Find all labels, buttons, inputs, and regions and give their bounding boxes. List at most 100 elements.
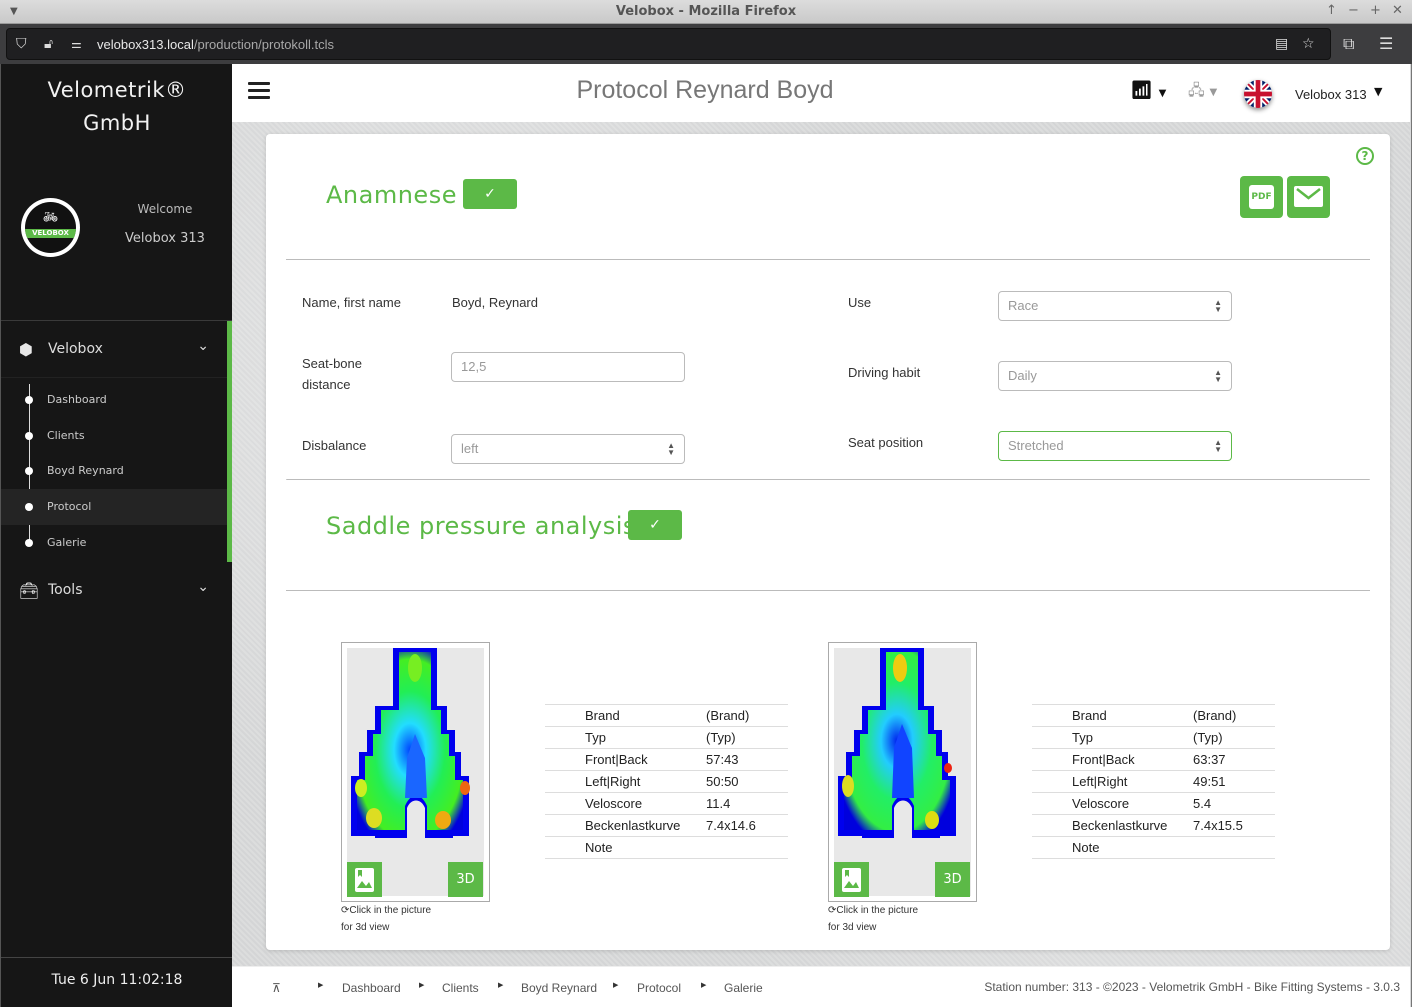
window-minimize-icon[interactable]: − bbox=[1348, 3, 1359, 18]
window-close-icon[interactable]: ✕ bbox=[1392, 3, 1403, 18]
sidebar-item-boyd-reynard[interactable]: Boyd Reynard bbox=[1, 453, 227, 489]
seatbone-label-line1: Seat-bone bbox=[302, 356, 362, 371]
check-icon: ✓ bbox=[649, 517, 661, 533]
seat-position-value: Stretched bbox=[1008, 438, 1064, 453]
wifi-icon: 📶︎ bbox=[1130, 80, 1153, 101]
row-value: 5.4 bbox=[1193, 796, 1212, 811]
saddle-check-button[interactable]: ✓ bbox=[628, 510, 682, 540]
driving-habit-value: Daily bbox=[1008, 368, 1037, 383]
sidebar-item-clients[interactable]: Clients bbox=[1, 418, 227, 454]
breadcrumb-dashboard[interactable]: Dashboard bbox=[342, 981, 401, 995]
row-key: Brand bbox=[1072, 708, 1107, 723]
table-row: Brand (Brand) bbox=[1032, 705, 1275, 727]
caret-down-icon[interactable]: ▼ bbox=[1374, 85, 1382, 98]
image-gallery-button[interactable] bbox=[347, 862, 382, 897]
sidebar-item-galerie[interactable]: Galerie bbox=[1, 525, 227, 561]
driving-habit-label: Driving habit bbox=[848, 365, 921, 380]
extensions-icon[interactable]: ⧉ bbox=[1343, 34, 1354, 54]
pdf-button[interactable]: PDF bbox=[1240, 176, 1283, 218]
seatbone-distance-input[interactable]: 12,5 bbox=[451, 352, 685, 382]
reader-view-icon[interactable]: ▤ bbox=[1275, 36, 1288, 52]
row-value: (Brand) bbox=[706, 708, 750, 723]
breadcrumb-clients[interactable]: Clients bbox=[442, 981, 479, 995]
bullet-icon bbox=[25, 467, 33, 475]
seat-position-select[interactable]: Stretched ▲ ▼ bbox=[998, 431, 1232, 461]
row-key: Left|Right bbox=[1072, 774, 1128, 789]
sidebar-group-label: Velobox bbox=[48, 341, 103, 357]
footer: ⊼ ▶ Dashboard ▶ Clients ▶ Boyd Reynard ▶… bbox=[232, 966, 1410, 1007]
pressure-map-1[interactable]: 3D bbox=[341, 642, 490, 902]
table-row: Front|Back 63:37 bbox=[1032, 749, 1275, 771]
brand-line-2: GmbH bbox=[83, 111, 151, 135]
row-value: (Typ) bbox=[706, 730, 736, 745]
table-row: Left|Right 50:50 bbox=[545, 771, 788, 793]
bicycle-icon: 🚲︎ bbox=[42, 210, 59, 224]
measurement-table-2: Brand (Brand) Typ (Typ) Front|Back 63:37 Le… bbox=[1032, 704, 1275, 859]
uk-flag-icon[interactable] bbox=[1244, 80, 1272, 108]
pressure-heatmap-1[interactable] bbox=[347, 648, 484, 896]
window-raise-icon[interactable]: ↑ bbox=[1326, 3, 1337, 18]
divider bbox=[286, 259, 1370, 260]
user-menu[interactable]: Velobox 313 bbox=[1295, 87, 1367, 102]
table-row: Beckenlastkurve 7.4x14.6 bbox=[545, 815, 788, 837]
sidebar-item-protocol[interactable]: Protocol bbox=[1, 489, 227, 525]
bullet-icon bbox=[25, 503, 33, 511]
sidebar-item-label: Dashboard bbox=[47, 393, 107, 406]
pressure-heatmap-2[interactable] bbox=[834, 648, 971, 896]
url-path: /production/protokoll.tcls bbox=[193, 37, 335, 52]
breadcrumb-protocol[interactable]: Protocol bbox=[637, 981, 681, 995]
view-3d-button[interactable]: 3D bbox=[935, 862, 970, 897]
row-key: Typ bbox=[1072, 730, 1093, 745]
bullet-icon bbox=[25, 539, 33, 547]
sidebar-item-dashboard[interactable]: Dashboard bbox=[1, 382, 227, 418]
view-3d-button[interactable]: 3D bbox=[448, 862, 483, 897]
use-select[interactable]: Race ▲ ▼ bbox=[998, 291, 1232, 321]
row-key: Front|Back bbox=[585, 752, 648, 767]
top-bar: Protocol Reynard Boyd 📶︎ ▼ 🖧 ▼ Velobox 3… bbox=[232, 64, 1410, 122]
sidebar-group-velobox[interactable]: ⬢ Velobox ⌄ bbox=[1, 322, 227, 378]
envelope-icon bbox=[1294, 186, 1323, 207]
row-value: (Brand) bbox=[1193, 708, 1237, 723]
driving-habit-select[interactable]: Daily ▲ ▼ bbox=[998, 361, 1232, 391]
insecure-lock-icon[interactable]: 🔓︎ bbox=[44, 36, 53, 52]
table-row: Note bbox=[1032, 837, 1275, 859]
breadcrumb-boyd-reynard[interactable]: Boyd Reynard bbox=[521, 981, 597, 995]
table-row: Veloscore 5.4 bbox=[1032, 793, 1275, 815]
window-titlebar: ▼ Velobox - Mozilla Firefox ↑ − + ✕ bbox=[0, 0, 1412, 24]
caption-line1: Click in the picture bbox=[836, 905, 919, 916]
shield-icon[interactable]: ⛉ bbox=[16, 36, 27, 52]
pressure-map-2[interactable]: 3D bbox=[828, 642, 977, 902]
protocol-card: ? Anamnese ✓ PDF Name, first name Boyd, … bbox=[266, 134, 1390, 950]
sidebar-group-tools[interactable]: 🧰︎ Tools ⌄ bbox=[1, 563, 227, 619]
window-maximize-icon[interactable]: + bbox=[1370, 3, 1381, 18]
caption-line2: for 3d view bbox=[828, 922, 877, 933]
bookmark-star-icon[interactable]: ☆ bbox=[1302, 36, 1315, 52]
email-button[interactable] bbox=[1287, 176, 1330, 218]
app-menu-icon[interactable]: ☰ bbox=[1379, 34, 1393, 53]
logo-text: VELOBOX bbox=[25, 229, 76, 238]
image-gallery-button[interactable] bbox=[834, 862, 869, 897]
disbalance-select[interactable]: left ▲ ▼ bbox=[451, 434, 685, 464]
sitemap-icon[interactable]: ⊼ bbox=[272, 981, 281, 995]
table-row: Typ (Typ) bbox=[545, 727, 788, 749]
row-key: Beckenlastkurve bbox=[585, 818, 681, 833]
row-key: Typ bbox=[585, 730, 606, 745]
sidebar-item-label: Protocol bbox=[47, 500, 92, 513]
network-menu[interactable]: 🖧 ▼ bbox=[1188, 80, 1217, 105]
help-icon[interactable]: ? bbox=[1356, 147, 1374, 165]
select-arrows-icon: ▲ ▼ bbox=[1214, 368, 1222, 384]
use-value: Race bbox=[1008, 298, 1039, 313]
measurement-table-1: Brand (Brand) Typ (Typ) Front|Back 57:43 Le… bbox=[545, 704, 788, 859]
breadcrumb-galerie[interactable]: Galerie bbox=[724, 981, 763, 995]
breadcrumb-separator-icon: ▶ bbox=[498, 981, 504, 989]
url-text[interactable]: velobox313.local/production/protokoll.tc… bbox=[97, 37, 334, 52]
url-bar[interactable]: ⛉ 🔓︎ ⚌ velobox313.local/production/proto… bbox=[6, 28, 1331, 60]
anamnese-title: Anamnese bbox=[326, 181, 457, 209]
site-permissions-icon[interactable]: ⚌ bbox=[71, 37, 82, 51]
wifi-menu[interactable]: 📶︎ ▼ bbox=[1130, 80, 1166, 101]
chevron-down-icon: ⌄ bbox=[197, 579, 209, 595]
row-key: Beckenlastkurve bbox=[1072, 818, 1168, 833]
row-value: 11.4 bbox=[706, 796, 731, 811]
anamnese-check-button[interactable]: ✓ bbox=[463, 179, 517, 209]
caption-line1: Click in the picture bbox=[349, 905, 432, 916]
